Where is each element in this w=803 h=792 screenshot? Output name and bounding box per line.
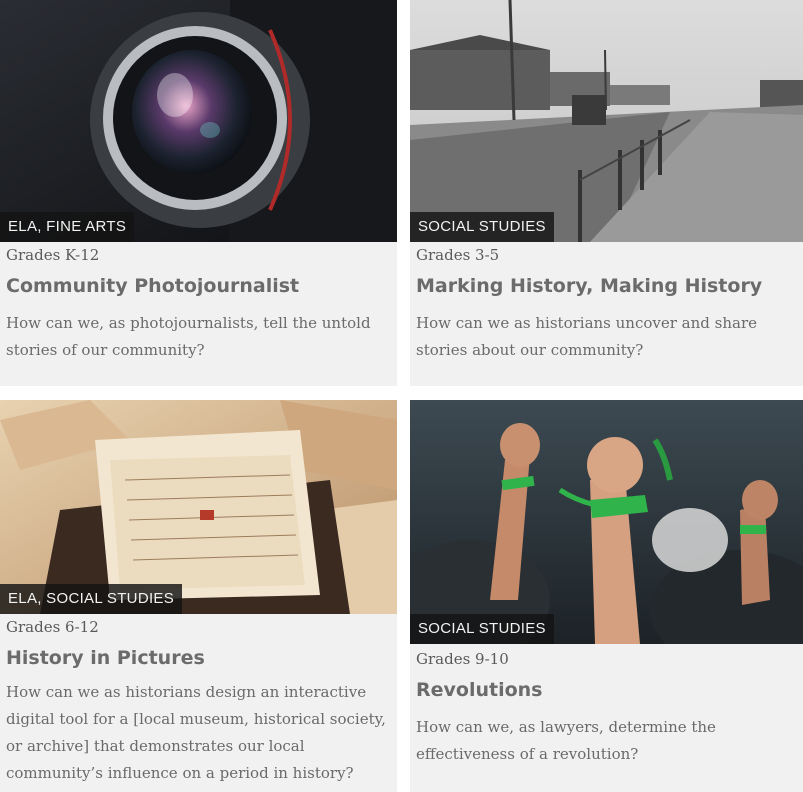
category-badge: SOCIAL STUDIES [410,614,554,644]
project-title[interactable]: History in Pictures [6,647,205,669]
category-badge: SOCIAL STUDIES [410,212,554,242]
project-title[interactable]: Marking History, Making History [416,275,762,297]
project-title[interactable]: Revolutions [416,679,542,701]
project-card-marking-history[interactable]: SOCIAL STUDIES Grades 3-5 Marking Histor… [410,0,803,386]
project-card-community-photojournalist[interactable]: ELA, FINE ARTS Grades K-12 Community Pho… [0,0,397,386]
driving-question: How can we as historians design an inter… [6,683,386,782]
driving-question: How can we as historians uncover and sha… [416,314,758,359]
project-title[interactable]: Community Photojournalist [6,275,299,297]
historic-street-photo [410,0,803,242]
grade-level: Grades 3-5 [416,246,500,264]
grade-level: Grades 6-12 [6,618,99,636]
protest-fists-photo [410,400,803,644]
grade-level: Grades K-12 [6,246,100,264]
category-badge: ELA, SOCIAL STUDIES [0,584,183,614]
project-card-revolutions[interactable]: SOCIAL STUDIES Grades 9-10 Revolutions H… [410,400,803,792]
camera-lens-photo [0,0,397,242]
category-badge: ELA, FINE ARTS [0,212,135,242]
driving-question: How can we, as lawyers, determine the ef… [416,718,716,763]
project-card-history-in-pictures[interactable]: ELA, SOCIAL STUDIES Grades 6-12 History … [0,400,397,792]
grade-level: Grades 9-10 [416,650,509,668]
driving-question: How can we, as photojournalists, tell th… [6,314,371,359]
old-letters-photo [0,400,397,614]
